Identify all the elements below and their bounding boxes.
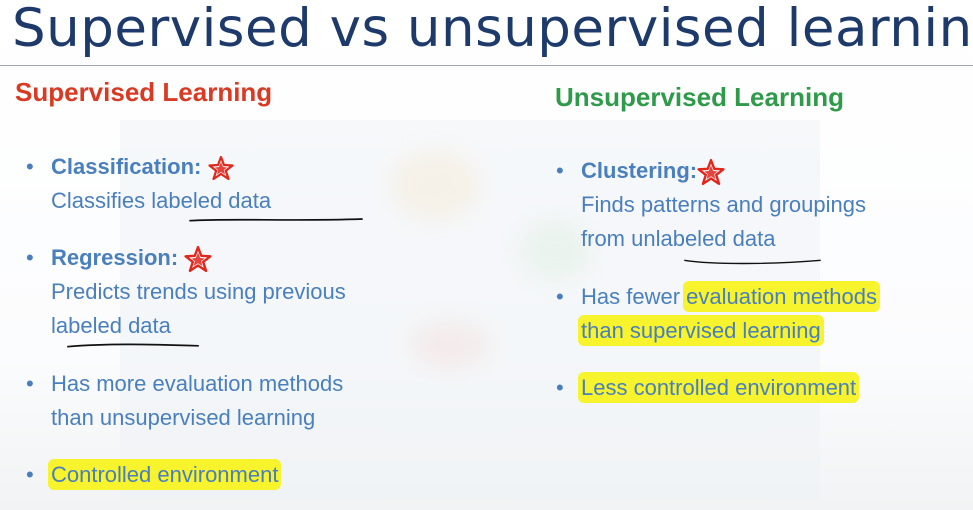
regression-description: Predicts trends using previous (51, 279, 346, 304)
slide: Supervised vs unsupervised learning Supe… (0, 0, 973, 510)
regression-description: labeled data (51, 313, 171, 338)
list-item: • Has fewer evaluation methods than supe… (548, 280, 877, 348)
clustering-term: Clustering: (581, 158, 698, 183)
background-shape (410, 320, 490, 370)
list-item: • Less controlled environment (548, 371, 857, 405)
evaluation-text: than unsupervised learning (51, 405, 316, 430)
bullet-dot: • (26, 154, 34, 179)
bullet-dot: • (556, 158, 564, 183)
unsupervised-heading: Unsupervised Learning (555, 82, 844, 112)
fewer-evaluation-text: Has fewer (581, 284, 687, 309)
fewer-evaluation-highlight: evaluation methods (686, 284, 877, 309)
controlled-environment-text: Controlled environment (51, 462, 279, 487)
supervised-list: • Controlled environment (18, 458, 279, 492)
clustering-description: Finds patterns and groupings (581, 192, 866, 217)
evaluation-text: Has more evaluation methods (51, 371, 344, 396)
bullet-dot: • (556, 375, 564, 400)
supervised-list: • Classification: Classifies labeled dat… (18, 150, 271, 218)
unsupervised-list: • Clustering: Finds patterns and groupin… (548, 154, 866, 256)
bullet-dot: • (26, 462, 34, 487)
background-shape (390, 150, 480, 220)
regression-term: Regression: (51, 245, 179, 270)
fewer-evaluation-highlight: than supervised learning (581, 318, 821, 343)
bullet-dot: • (26, 245, 34, 270)
bullet-dot: • (556, 284, 564, 309)
list-item: • Controlled environment (18, 458, 279, 492)
list-item: • Regression: Predicts trends using prev… (18, 241, 346, 343)
list-item: • Classification: Classifies labeled dat… (18, 150, 271, 218)
star-icon (697, 159, 725, 186)
supervised-list: • Regression: Predicts trends using prev… (18, 241, 346, 343)
list-item: • Has more evaluation methods than unsup… (18, 367, 343, 435)
star-icon (207, 156, 234, 181)
bullet-dot: • (26, 371, 34, 396)
title-divider (0, 65, 973, 66)
underline-annotation (684, 259, 821, 265)
supervised-list: • Has more evaluation methods than unsup… (18, 367, 343, 435)
underline-annotation (67, 343, 199, 348)
clustering-description: from unlabeled data (581, 226, 776, 251)
slide-title: Supervised vs unsupervised learning (12, 0, 973, 59)
underline-annotation (189, 218, 363, 222)
unsupervised-list: • Less controlled environment (548, 371, 857, 405)
classification-description: Classifies labeled data (51, 188, 272, 213)
unsupervised-list: • Has fewer evaluation methods than supe… (548, 280, 877, 348)
star-icon (184, 246, 212, 273)
supervised-heading: Supervised Learning (15, 77, 273, 107)
less-controlled-environment-text: Less controlled environment (581, 375, 857, 400)
classification-term: Classification: (51, 154, 202, 179)
list-item: • Clustering: Finds patterns and groupin… (548, 154, 866, 256)
